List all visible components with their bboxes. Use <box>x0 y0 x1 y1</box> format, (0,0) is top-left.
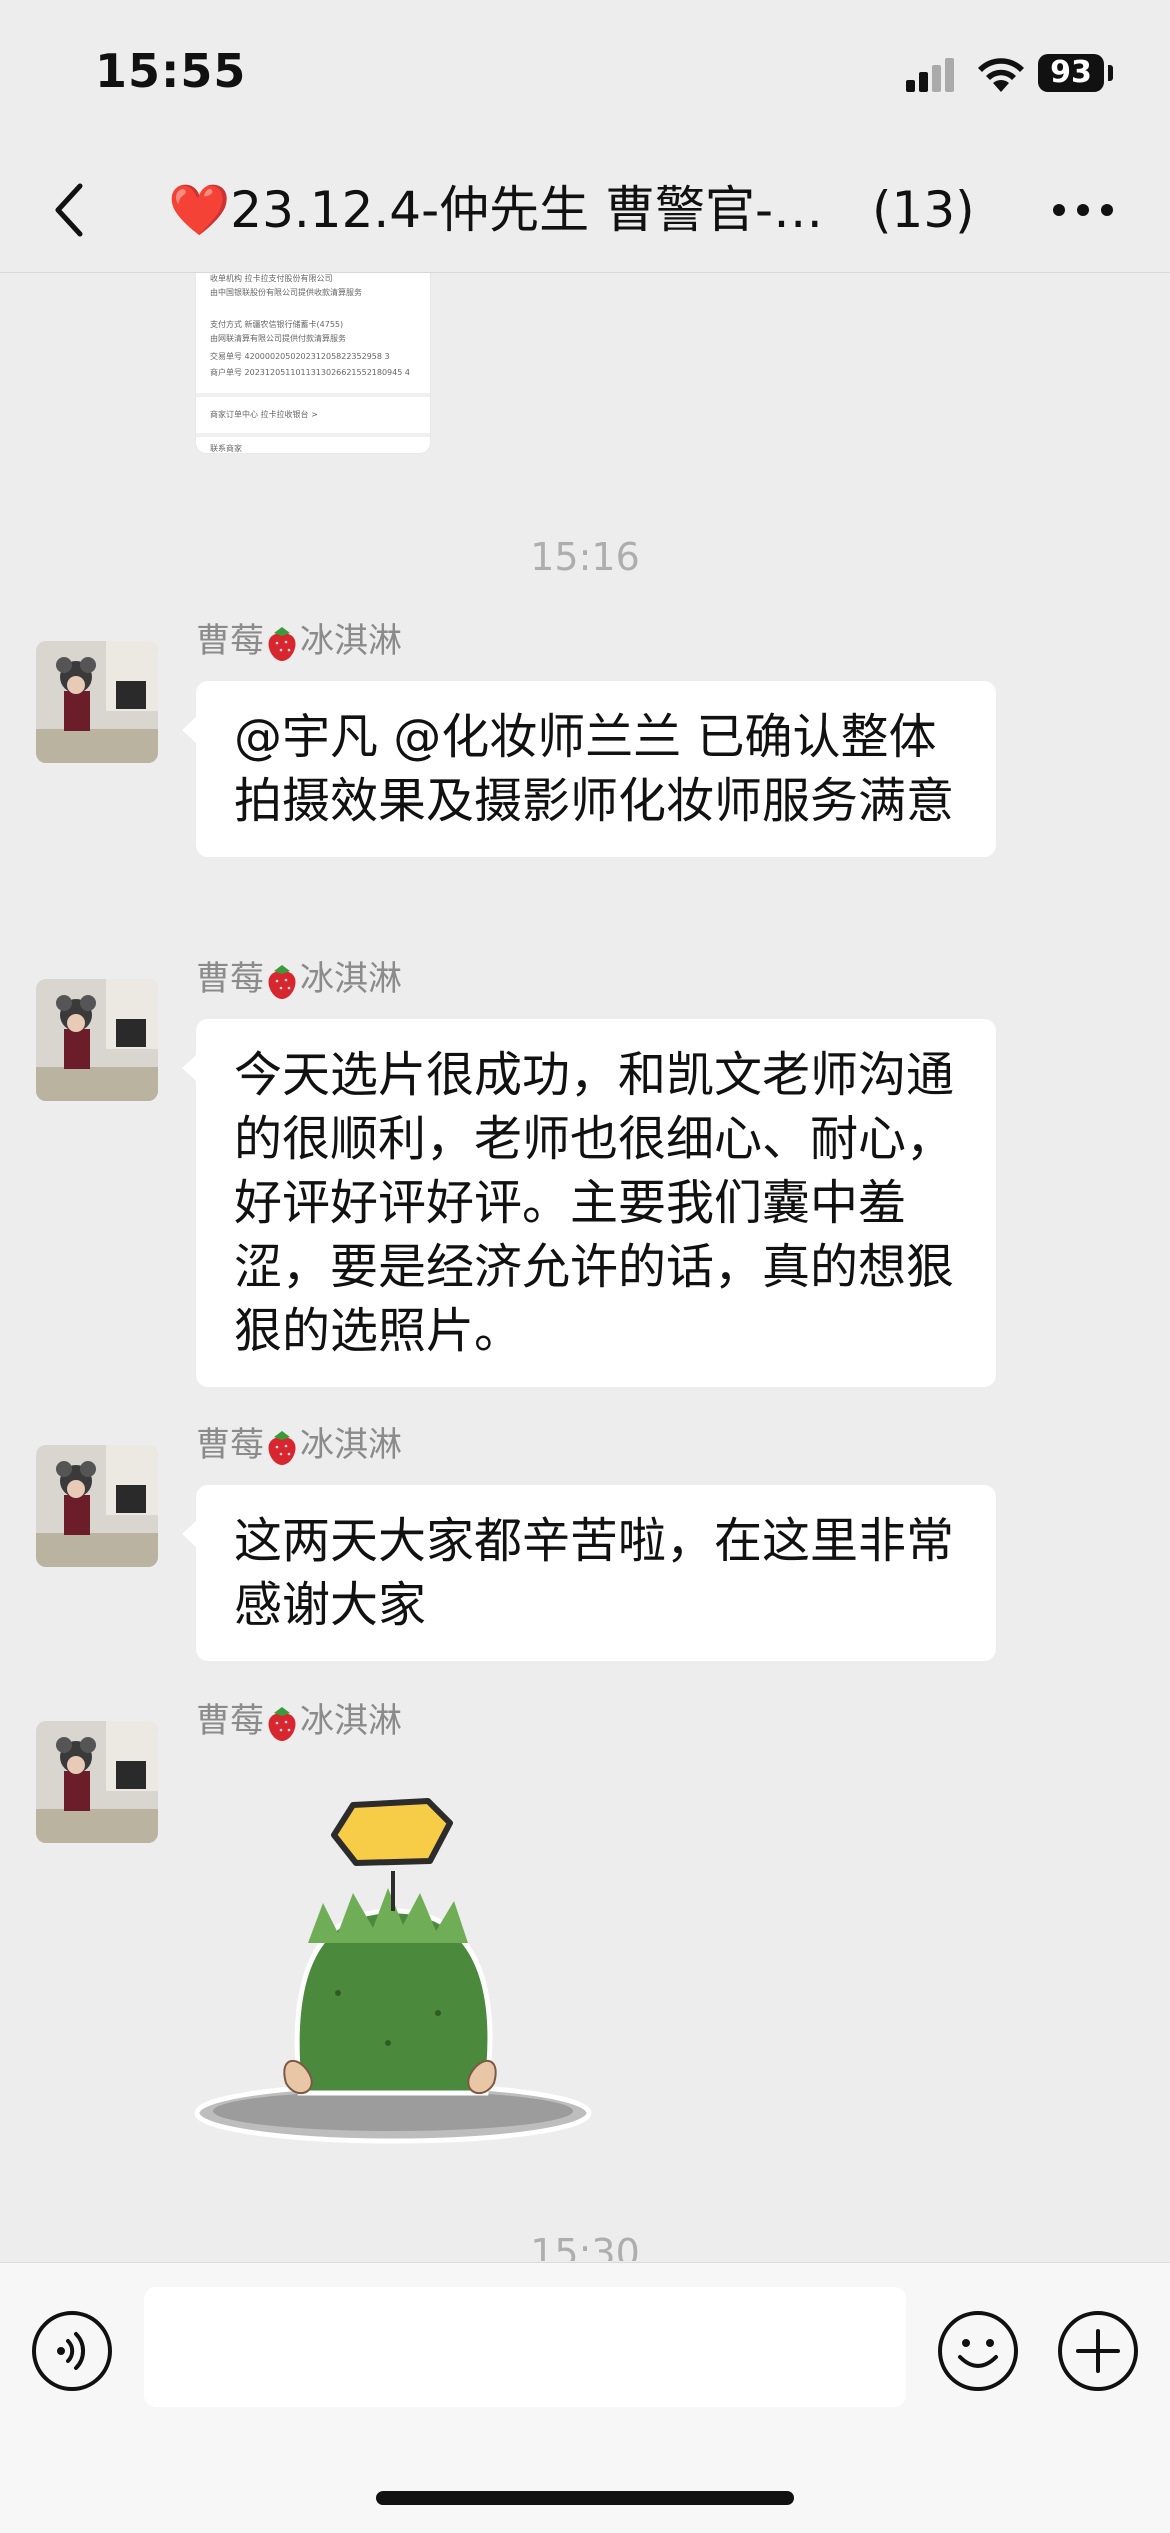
message-bubble[interactable]: @宇凡 @化妆师兰兰 已确认整体拍摄效果及摄影师化妆师服务满意 <box>182 681 996 857</box>
receipt-row: 由网联清算有限公司提供付款清算服务 <box>210 334 346 343</box>
strawberry-icon <box>268 626 296 661</box>
receipt-image[interactable]: 收单机构 拉卡拉支付股份有限公司 由中国银联股份有限公司提供收款清算服务 支付方… <box>196 273 430 453</box>
input-bar <box>0 2262 1170 2533</box>
avatar[interactable] <box>36 1721 158 1843</box>
avatar-photo <box>36 641 158 763</box>
receipt-row: 交易单号 420000205020231205822352958 3 <box>210 352 390 361</box>
receipt-divider <box>196 433 430 437</box>
battery-level: 93 <box>1038 54 1104 92</box>
home-indicator[interactable] <box>376 2491 794 2505</box>
chat-title[interactable]: ❤️23.12.4-仲先生 曹警官-… <box>168 174 836 246</box>
more-dots-icon[interactable] <box>1050 198 1116 222</box>
status-bar: 15:55 93 <box>0 0 1170 150</box>
sender-name: 曹莓 冰淇淋 <box>196 619 402 663</box>
battery-tip <box>1108 65 1113 81</box>
sender-name-text: 曹莓 <box>196 621 264 661</box>
plus-icon[interactable] <box>1056 2309 1140 2393</box>
sender-name: 曹莓 冰淇淋 <box>196 957 402 1001</box>
receipt-row: 由中国银联股份有限公司提供收款清算服务 <box>210 288 362 297</box>
message-bubble[interactable]: 今天选片很成功，和凯文老师沟通的很顺利，老师也很细心、耐心，好评好评好评。主要我… <box>182 1019 996 1387</box>
wifi-icon <box>978 58 1024 92</box>
voice-icon[interactable] <box>30 2309 114 2393</box>
sender-name-suffix: 冰淇淋 <box>300 1425 402 1465</box>
message-input[interactable] <box>144 2287 906 2407</box>
emoji-icon[interactable] <box>936 2309 1020 2393</box>
message-bubble[interactable]: 这两天大家都辛苦啦，在这里非常感谢大家 <box>182 1485 996 1661</box>
chevron-left-icon[interactable] <box>48 180 94 240</box>
strawberry-icon <box>268 964 296 999</box>
sender-name-text: 曹莓 <box>196 1701 264 1741</box>
message-list[interactable]: 收单机构 拉卡拉支付股份有限公司 由中国银联股份有限公司提供收款清算服务 支付方… <box>0 273 1170 2261</box>
avatar[interactable] <box>36 979 158 1101</box>
timestamp: 15:30 <box>530 2231 640 2261</box>
timestamp: 15:16 <box>530 535 640 579</box>
sender-name: 曹莓 冰淇淋 <box>196 1423 402 1467</box>
sender-name-text: 曹莓 <box>196 959 264 999</box>
receipt-row: 联系商家 <box>210 444 242 453</box>
avatar-photo <box>36 1721 158 1843</box>
green-bush-sticker[interactable] <box>188 1793 598 2153</box>
avatar-photo <box>36 979 158 1101</box>
receipt-row: 商家订单中心 拉卡拉收银台 > <box>210 410 318 419</box>
status-time: 15:55 <box>95 44 247 98</box>
sender-name: 曹莓 冰淇淋 <box>196 1699 402 1743</box>
chat-header: ❤️23.12.4-仲先生 曹警官-… (13) <box>0 150 1170 273</box>
sender-name-suffix: 冰淇淋 <box>300 959 402 999</box>
receipt-divider <box>196 393 430 397</box>
strawberry-icon <box>268 1706 296 1741</box>
avatar[interactable] <box>36 641 158 763</box>
receipt-row: 收单机构 拉卡拉支付股份有限公司 <box>210 274 333 283</box>
sender-name-text: 曹莓 <box>196 1425 264 1465</box>
sender-name-suffix: 冰淇淋 <box>300 1701 402 1741</box>
member-count: (13) <box>872 181 975 239</box>
receipt-row: 支付方式 新疆农信银行储蓄卡(4755) <box>210 320 344 329</box>
avatar-photo <box>36 1445 158 1567</box>
signal-icon <box>906 58 956 92</box>
strawberry-icon <box>268 1430 296 1465</box>
receipt-row: 商户单号 2023120511011313026621552180945 4 <box>210 368 410 377</box>
avatar[interactable] <box>36 1445 158 1567</box>
sender-name-suffix: 冰淇淋 <box>300 621 402 661</box>
